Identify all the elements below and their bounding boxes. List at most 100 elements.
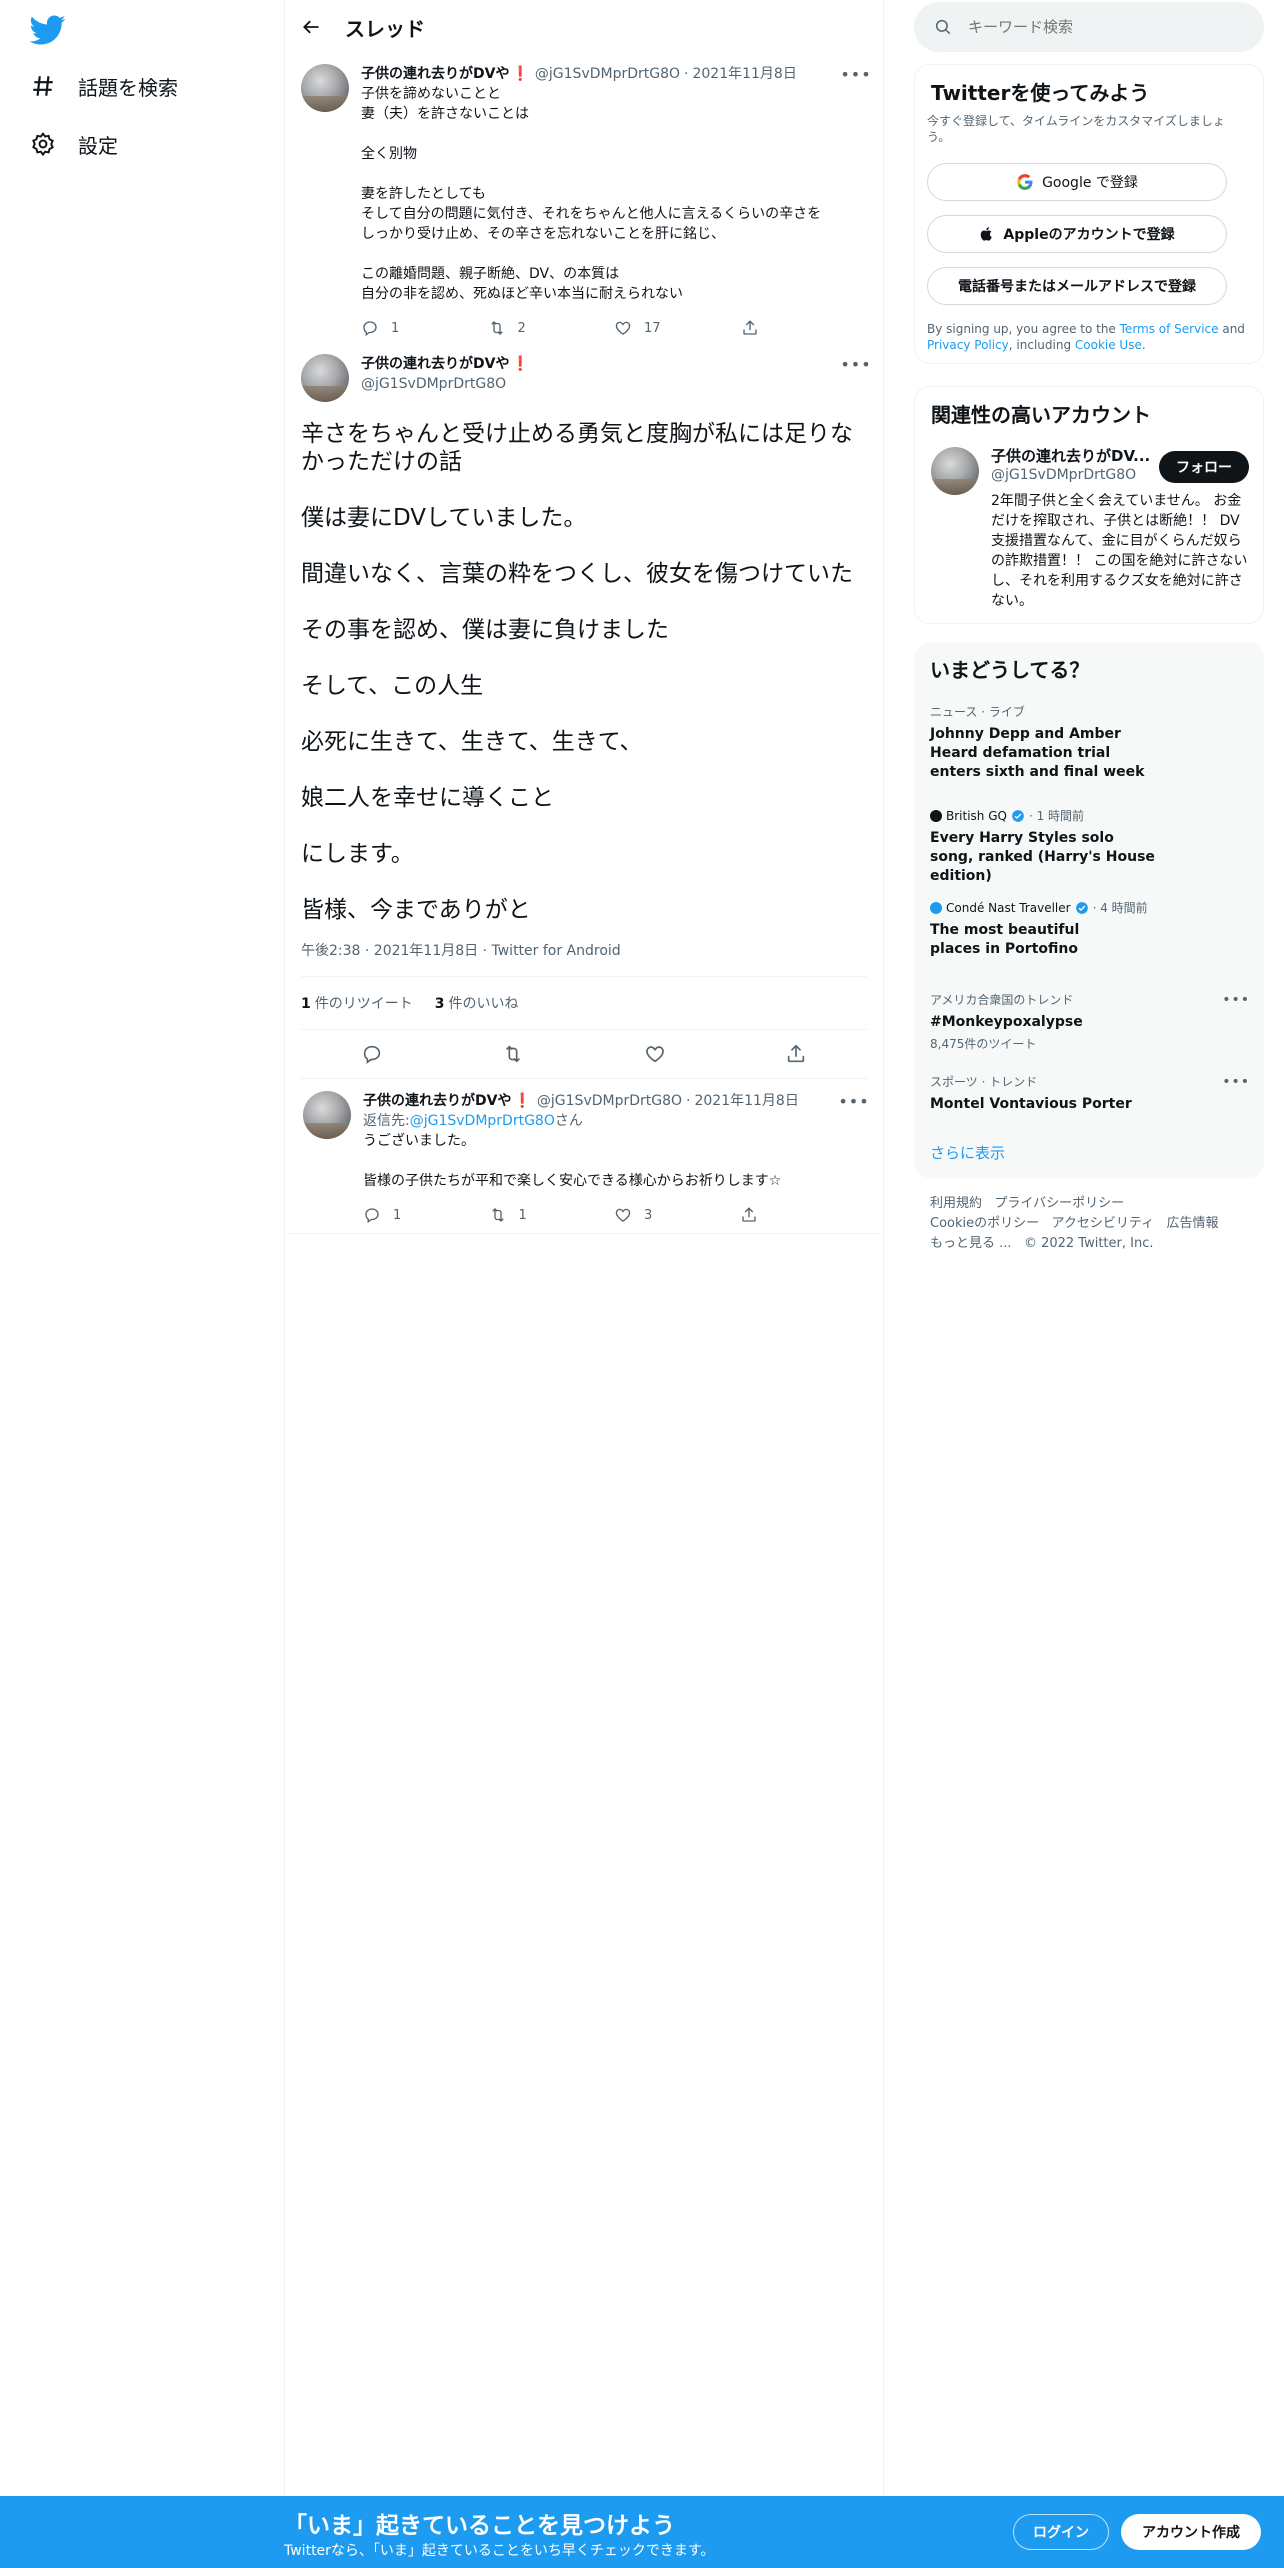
share-button[interactable]: [740, 1206, 866, 1224]
trend-time: · 1 時間前: [1028, 809, 1085, 823]
trend-context: スポーツ · トレンド: [930, 1075, 1038, 1089]
retweet-stat[interactable]: 1 件のリツイート: [301, 993, 413, 1013]
trend-title: The most beautiful places in Portofino: [930, 922, 1080, 957]
gear-icon: [32, 132, 54, 157]
footer: 利用規約 プライバシーポリシー Cookieのポリシー アクセシビリティ 広告情…: [930, 1194, 1250, 1254]
google-signup-button[interactable]: Google で登録: [927, 163, 1227, 201]
author-handle[interactable]: @jG1SvDMprDrtG8O: [361, 374, 506, 394]
privacy-link[interactable]: Privacy Policy: [927, 338, 1009, 352]
more-options-button[interactable]: •••: [838, 1091, 868, 1111]
tweet-actions: 1 1 3: [363, 1197, 865, 1233]
like-button[interactable]: 17: [614, 319, 741, 337]
trend-item[interactable]: Condé Nast Traveller · 4 時間前 The most be…: [930, 900, 1250, 959]
signup-terms: By signing up, you agree to the Terms of…: [927, 321, 1251, 353]
trends-title: いまどうしてる？: [930, 658, 1090, 682]
tweet-date[interactable]: 2021年11月8日: [694, 1091, 798, 1111]
bottom-bar-subtitle: Twitterなら、「いま」起きていることをいち早くチェックできます。: [284, 2543, 715, 2559]
related-account-bio: 2年間子供と全く会えていません。 お金だけを搾取され、子供とは断絶！！ DV支援…: [991, 493, 1248, 609]
terms-link[interactable]: Terms of Service: [1120, 322, 1219, 336]
exclamation-emoji-icon: ❗: [511, 356, 529, 372]
trend-title: Montel Vontavious Porter: [930, 1096, 1132, 1112]
retweet-button[interactable]: 2: [488, 319, 615, 337]
retweet-stat-count: 1: [301, 996, 311, 1012]
nav-settings[interactable]: 設定: [30, 124, 118, 164]
follow-button[interactable]: フォロー: [1159, 451, 1249, 483]
retweet-stat-label: 件のリツイート: [314, 996, 413, 1012]
avatar[interactable]: [303, 1091, 351, 1139]
retweet-icon[interactable]: [502, 1043, 524, 1065]
trends-card: いまどうしてる？ ニュース · ライブ Johnny Depp and Ambe…: [914, 642, 1264, 1178]
twitter-logo-icon[interactable]: [29, 12, 66, 48]
avatar[interactable]: [301, 354, 349, 402]
reply-button[interactable]: 1: [363, 1206, 489, 1224]
author-handle[interactable]: @jG1SvDMprDrtG8O: [537, 1091, 682, 1111]
author-name[interactable]: 子供の連れ去りがDVや: [361, 64, 509, 84]
search-input[interactable]: [966, 17, 1250, 37]
avatar[interactable]: [931, 447, 979, 495]
heart-icon[interactable]: [644, 1043, 666, 1065]
tweet-paragraph: 間違いなく、言葉の粋をつくし、彼女を傷つけていた: [301, 561, 853, 587]
bottom-bar-title: 「いま」起きていることを見つけよう: [284, 2513, 675, 2539]
trend-item[interactable]: ニュース · ライブ Johnny Depp and Amber Heard d…: [930, 704, 1250, 782]
footer-link[interactable]: 利用規約: [930, 1196, 982, 1211]
footer-link[interactable]: 広告情報: [1167, 1216, 1219, 1231]
retweet-button[interactable]: 1: [489, 1206, 615, 1224]
retweet-count: 2: [517, 320, 526, 336]
verified-badge-icon: [1075, 902, 1088, 914]
search-box[interactable]: [914, 2, 1264, 52]
share-icon[interactable]: [785, 1043, 807, 1065]
retweet-icon: [490, 321, 503, 335]
reply-to-link[interactable]: @jG1SvDMprDrtG8O: [410, 1111, 555, 1131]
footer-link[interactable]: Cookieのポリシー: [930, 1216, 1039, 1231]
cookie-link[interactable]: Cookie Use: [1075, 338, 1142, 352]
reply-icon[interactable]: [361, 1043, 383, 1065]
related-account-handle[interactable]: @jG1SvDMprDrtG8O: [991, 467, 1136, 483]
tweet-date[interactable]: 2021年11月8日: [692, 64, 796, 84]
show-more-link[interactable]: さらに表示: [930, 1142, 1005, 1163]
signup-card: Twitterを使ってみよう 今すぐ登録して、タイムラインをカスタマイズしましょ…: [914, 64, 1264, 364]
more-options-button[interactable]: •••: [840, 354, 870, 374]
tweet-paragraph: 辛さをちゃんと受け止める勇気と度胸が私には足りなかっただけの話: [301, 421, 853, 475]
tweet-paragraph: にします。: [301, 841, 414, 867]
login-button[interactable]: ログイン: [1013, 2514, 1109, 2550]
author-name[interactable]: 子供の連れ去りがDVや: [361, 354, 509, 374]
retweet-icon: [491, 1208, 504, 1222]
footer-link[interactable]: プライバシーポリシー: [994, 1196, 1124, 1211]
footer-link[interactable]: アクセシビリティ: [1052, 1216, 1155, 1231]
heart-icon: [615, 321, 631, 335]
avatar[interactable]: [301, 64, 349, 112]
arrow-left-icon: [303, 20, 319, 34]
tweet[interactable]: ••• 子供の連れ去りがDVや ❗ @jG1SvDMprDrtG8O · 202…: [285, 54, 883, 346]
trend-item[interactable]: アメリカ合衆国のトレンド #Monkeypoxalypse 8,475件のツイー…: [930, 992, 1250, 1052]
share-button[interactable]: [741, 319, 868, 337]
signup-button[interactable]: アカウント作成: [1121, 2514, 1261, 2550]
author-handle[interactable]: @jG1SvDMprDrtG8O: [535, 64, 680, 84]
like-stat-label: 件のいいね: [448, 996, 519, 1012]
search-icon: [935, 19, 951, 35]
more-options-button[interactable]: •••: [840, 64, 870, 84]
apple-signup-button[interactable]: Appleのアカウントで登録: [927, 215, 1227, 253]
back-button[interactable]: [291, 7, 331, 47]
share-icon: [742, 320, 757, 335]
like-stat[interactable]: 3 件のいいね: [435, 993, 519, 1013]
trend-more-button[interactable]: •••: [1222, 992, 1250, 1008]
trend-item[interactable]: British GQ · 1 時間前 Every Harry Styles so…: [930, 808, 1250, 886]
trend-item[interactable]: スポーツ · トレンド Montel Vontavious Porter •••: [930, 1074, 1250, 1114]
google-signup-label: Google で登録: [1042, 175, 1138, 191]
reply-count: 1: [391, 320, 400, 336]
trend-publisher: British GQ: [946, 809, 1007, 823]
related-account-name[interactable]: 子供の連れ去りがDV...: [991, 445, 1150, 466]
tweet-actions: 1 2 17: [361, 310, 867, 346]
phone-email-signup-button[interactable]: 電話番号またはメールアドレスで登録: [927, 267, 1227, 305]
reply-context: 返信先: @jG1SvDMprDrtG8O さん: [363, 1111, 865, 1131]
like-button[interactable]: 3: [614, 1206, 740, 1224]
trend-more-button[interactable]: •••: [1222, 1074, 1250, 1090]
nav-explore[interactable]: 話題を検索: [30, 66, 178, 106]
author-name[interactable]: 子供の連れ去りがDVや: [363, 1091, 511, 1111]
tweet-meta[interactable]: 午後2:38 · 2021年11月8日 · Twitter for Androi…: [301, 940, 883, 960]
footer-more-link[interactable]: もっと見る ...: [930, 1236, 1012, 1251]
reply-button[interactable]: 1: [361, 319, 488, 337]
reply-tweet[interactable]: ••• 子供の連れ去りがDVや ❗ @jG1SvDMprDrtG8O · 202…: [287, 1079, 881, 1234]
exclamation-emoji-icon: ❗: [511, 66, 529, 82]
hashtag-icon: [33, 76, 53, 96]
